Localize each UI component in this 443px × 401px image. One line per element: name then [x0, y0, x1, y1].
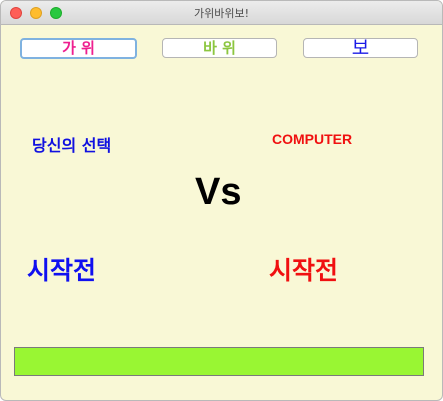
result-bar [14, 347, 424, 376]
your-choice-status: 시작전 [27, 256, 97, 285]
computer-choice-status: 시작전 [269, 256, 339, 285]
scissors-button[interactable]: 가 위 [20, 38, 137, 59]
paper-button[interactable]: 보 [303, 38, 418, 58]
title-bar[interactable]: 가위바위보! [1, 1, 442, 25]
versus-text: Vs [195, 171, 242, 213]
rock-button[interactable]: 바 위 [162, 38, 277, 58]
window-title: 가위바위보! [193, 7, 249, 20]
computer-label: COMPUTER [272, 131, 353, 147]
app-window: 가위바위보! 가 위 바 위 보 당신의 선택 COMPUTER Vs 시작전 … [0, 0, 443, 401]
your-choice-label: 당신의 선택 [32, 136, 112, 155]
